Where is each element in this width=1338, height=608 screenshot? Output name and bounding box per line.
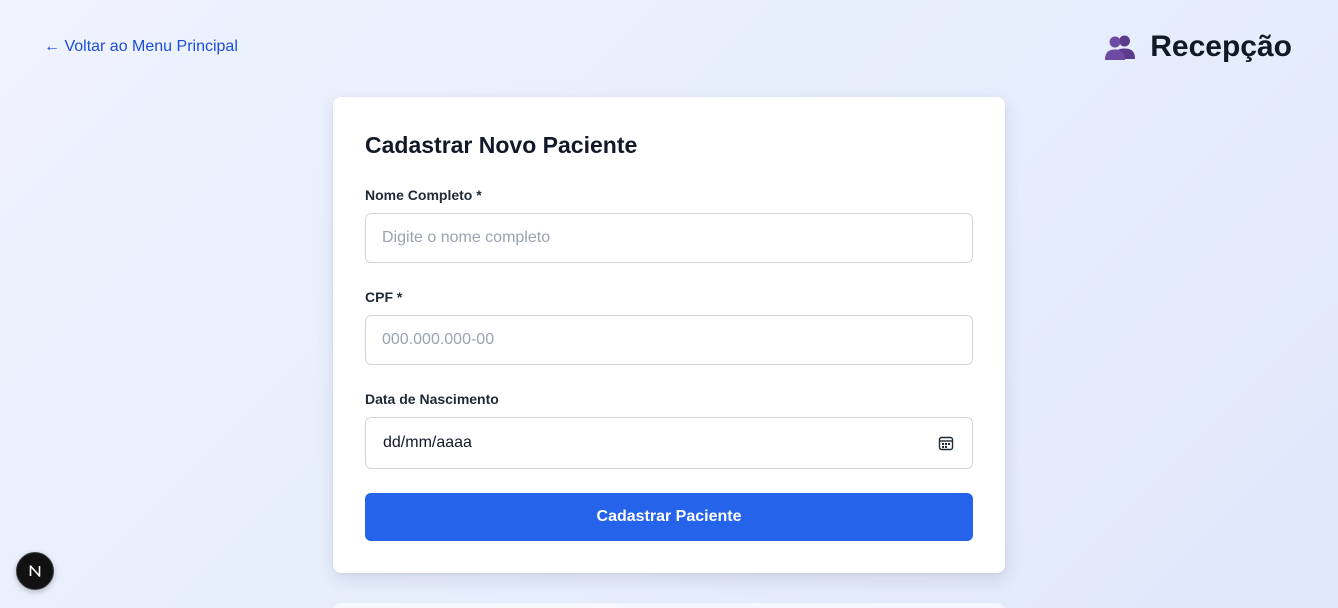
birth-date-placeholder: dd/mm/aaaa (383, 434, 472, 451)
next-card-edge (333, 603, 1005, 608)
calendar-icon[interactable] (938, 435, 954, 451)
full-name-label: Nome Completo * (365, 187, 482, 203)
page-title: Recepção (1150, 30, 1292, 63)
birth-date-label: Data de Nascimento (365, 391, 499, 407)
back-to-main-menu-link[interactable]: ← Voltar ao Menu Principal (44, 38, 238, 56)
nextjs-dev-badge[interactable] (16, 552, 54, 590)
cpf-label: CPF * (365, 289, 403, 305)
register-patient-button[interactable]: Cadastrar Paciente (365, 493, 973, 541)
cpf-input[interactable] (365, 315, 973, 365)
register-patient-card: Cadastrar Novo Paciente Nome Completo * … (333, 97, 1005, 573)
full-name-input[interactable] (365, 213, 973, 263)
form-title: Cadastrar Novo Paciente (365, 132, 638, 158)
users-icon (1105, 35, 1136, 60)
nextjs-icon (29, 565, 41, 577)
birth-date-input[interactable]: dd/mm/aaaa (365, 417, 973, 469)
page-header: Recepção (1104, 30, 1292, 64)
